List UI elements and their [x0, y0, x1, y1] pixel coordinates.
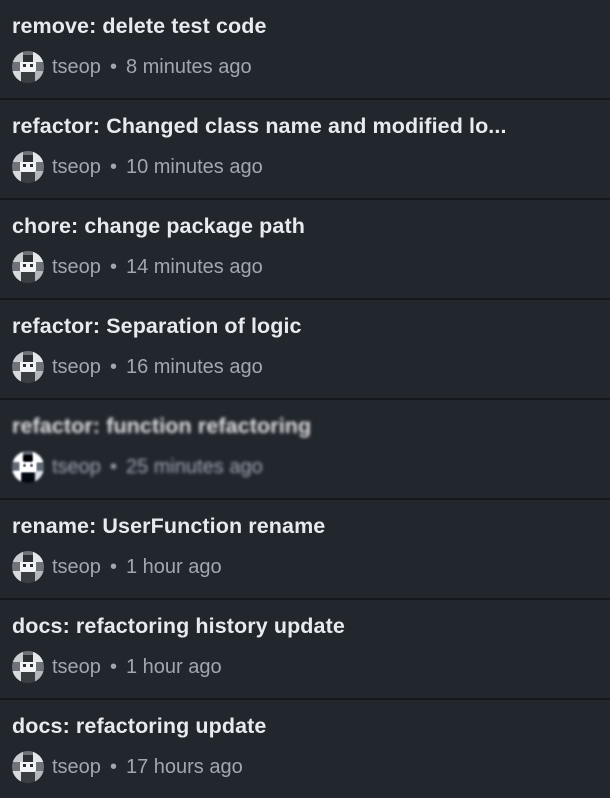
meta-separator: • [109, 155, 117, 178]
user-avatar-icon[interactable] [12, 751, 44, 783]
commit-item[interactable]: refactor: function refactoring tseop • 2… [0, 400, 610, 500]
commit-title: rename: UserFunction rename [12, 514, 326, 538]
commit-author: tseop [52, 555, 101, 578]
commit-title: remove: delete test code [12, 14, 267, 38]
commit-item[interactable]: refactor: Changed class name and modifie… [0, 100, 610, 200]
user-avatar-icon[interactable] [12, 151, 44, 183]
commit-item[interactable]: rename: UserFunction rename tseop • 1 ho… [0, 500, 610, 600]
user-avatar-icon[interactable] [12, 251, 44, 283]
commit-author: tseop [52, 655, 101, 678]
meta-separator: • [109, 255, 117, 278]
commit-time: 1 hour ago [125, 555, 222, 578]
commit-title: refactor: Changed class name and modifie… [12, 114, 507, 138]
commit-time: 1 hour ago [125, 655, 222, 678]
commit-meta: tseop • 8 minutes ago [12, 51, 598, 83]
commit-author: tseop [52, 155, 101, 178]
commit-time: 14 minutes ago [125, 255, 263, 278]
commit-title: chore: change package path [12, 214, 305, 238]
user-avatar-icon[interactable] [12, 451, 44, 483]
meta-separator: • [109, 455, 117, 478]
commit-meta: tseop • 10 minutes ago [12, 151, 598, 183]
commit-meta: tseop • 14 minutes ago [12, 251, 598, 283]
commit-meta: tseop • 16 minutes ago [12, 351, 598, 383]
commit-meta: tseop • 25 minutes ago [12, 451, 598, 483]
commit-item[interactable]: docs: refactoring update tseop • 17 hour… [0, 700, 610, 798]
commit-item[interactable]: docs: refactoring history update tseop • [0, 600, 610, 700]
commit-title: docs: refactoring history update [12, 614, 345, 638]
commit-author: tseop [52, 55, 101, 78]
commit-time: 10 minutes ago [125, 155, 263, 178]
commit-time: 17 hours ago [125, 755, 243, 778]
user-avatar-icon[interactable] [12, 551, 44, 583]
commit-meta: tseop • 1 hour ago [12, 651, 598, 683]
commit-history-list: remove: delete test code tseop • 8 minut… [0, 0, 610, 798]
commit-title: docs: refactoring update [12, 714, 267, 738]
commit-item[interactable]: chore: change package path tseop • 14 mi… [0, 200, 610, 300]
commit-time: 25 minutes ago [125, 455, 263, 478]
commit-author: tseop [52, 355, 101, 378]
commit-title: refactor: function refactoring [12, 414, 312, 438]
meta-separator: • [109, 355, 117, 378]
commit-item[interactable]: remove: delete test code tseop • 8 minut… [0, 0, 610, 100]
user-avatar-icon[interactable] [12, 651, 44, 683]
commit-time: 8 minutes ago [125, 55, 252, 78]
meta-separator: • [109, 755, 117, 778]
commit-author: tseop [52, 455, 101, 478]
commit-author: tseop [52, 255, 101, 278]
commit-time: 16 minutes ago [125, 355, 263, 378]
commit-title: refactor: Separation of logic [12, 314, 302, 338]
meta-separator: • [109, 555, 117, 578]
meta-separator: • [109, 655, 117, 678]
commit-meta: tseop • 17 hours ago [12, 751, 598, 783]
commit-meta: tseop • 1 hour ago [12, 551, 598, 583]
meta-separator: • [109, 55, 117, 78]
commit-item[interactable]: refactor: Separation of logic tseop • 16… [0, 300, 610, 400]
commit-author: tseop [52, 755, 101, 778]
user-avatar-icon[interactable] [12, 351, 44, 383]
user-avatar-icon[interactable] [12, 51, 44, 83]
